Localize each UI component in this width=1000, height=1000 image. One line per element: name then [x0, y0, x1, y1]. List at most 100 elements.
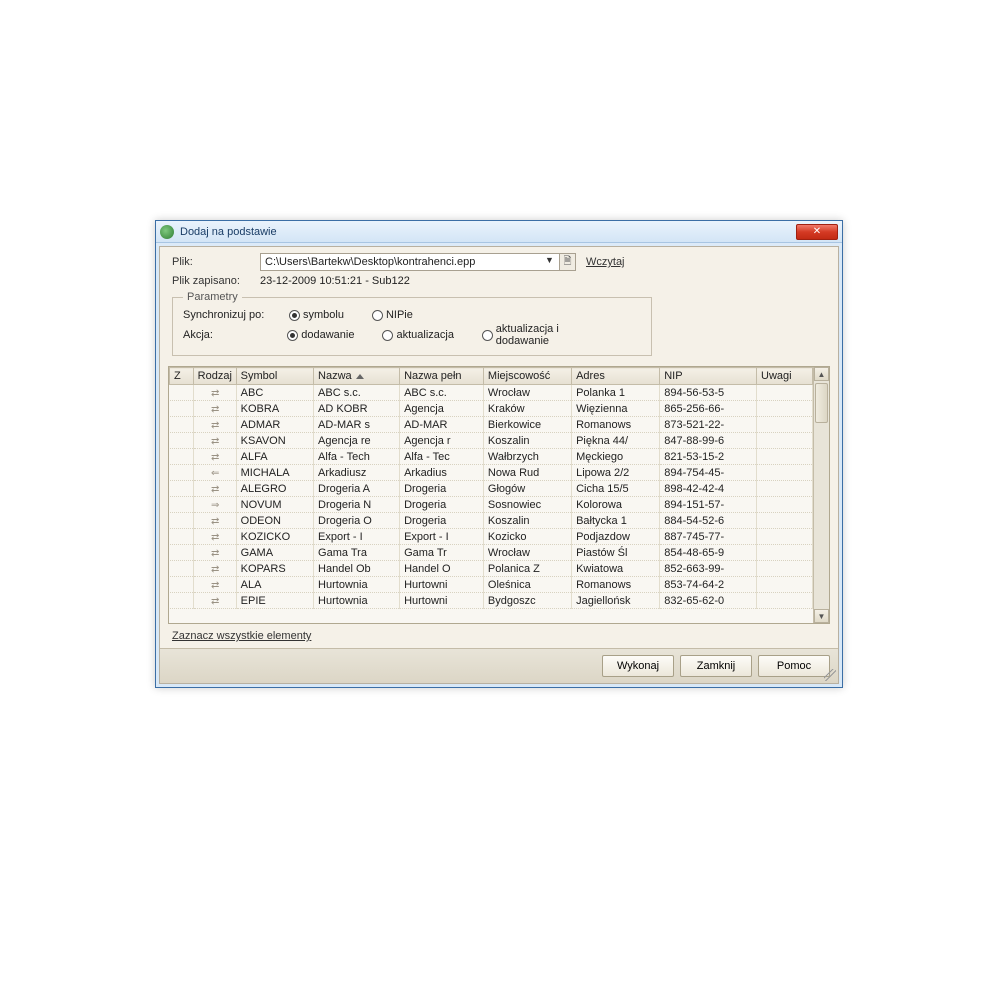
help-button[interactable]: Pomoc [758, 655, 830, 677]
cell-symbol: EPIE [236, 593, 313, 609]
sync-both-icon: ⇄ [211, 532, 218, 543]
cell-miejscowosc: Wałbrzych [483, 449, 571, 465]
table-row[interactable]: ⇄KSAVONAgencja reAgencja rKoszalinPiękna… [170, 433, 813, 449]
vertical-scrollbar[interactable]: ▲ ▼ [813, 367, 829, 623]
col-header-symbol[interactable]: Symbol [236, 368, 313, 385]
col-header-nazwa[interactable]: Nazwa [314, 368, 400, 385]
radio-action-aktualizacja-dodawanie[interactable]: aktualizacja i dodawanie [482, 323, 613, 347]
close-dialog-button[interactable]: Zamknij [680, 655, 752, 677]
cell-rodzaj: ⇒ [193, 497, 236, 513]
cell-adres: Podjazdow [572, 529, 660, 545]
close-button[interactable]: ✕ [796, 224, 838, 240]
cell-miejscowosc: Koszalin [483, 433, 571, 449]
col-header-adres[interactable]: Adres [572, 368, 660, 385]
cell-nazwa-pelna: Gama Tr [400, 545, 484, 561]
table-row[interactable]: ⇄ALFAAlfa - TechAlfa - TecWałbrzychMęcki… [170, 449, 813, 465]
cell-uwagi [757, 529, 813, 545]
cell-rodzaj: ⇄ [193, 481, 236, 497]
cell-uwagi [757, 385, 813, 401]
cell-miejscowosc: Sosnowiec [483, 497, 571, 513]
cell-nip: 854-48-65-9 [660, 545, 757, 561]
cell-adres: Bałtycka 1 [572, 513, 660, 529]
col-header-uwagi[interactable]: Uwagi [757, 368, 813, 385]
sync-both-icon: ⇄ [211, 388, 218, 399]
col-header-nazwa-pelna[interactable]: Nazwa pełn [400, 368, 484, 385]
file-icon: 🗎 [563, 254, 571, 271]
cell-adres: Romanows [572, 577, 660, 593]
sync-both-icon: ⇄ [211, 564, 218, 575]
load-link[interactable]: Wczytaj [586, 256, 625, 268]
radio-sync-nip[interactable]: NIPie [372, 309, 413, 321]
cell-z [170, 417, 194, 433]
dropdown-icon[interactable]: ▼ [545, 255, 557, 265]
cell-miejscowosc: Wrocław [483, 385, 571, 401]
cell-uwagi [757, 417, 813, 433]
radio-label: symbolu [303, 309, 344, 321]
radio-action-aktualizacja[interactable]: aktualizacja [382, 329, 453, 341]
cell-uwagi [757, 577, 813, 593]
sync-both-icon: ⇄ [211, 596, 218, 607]
cell-adres: Cicha 15/5 [572, 481, 660, 497]
window-title: Dodaj na podstawie [180, 226, 796, 238]
cell-rodzaj: ⇄ [193, 449, 236, 465]
col-header-rodzaj[interactable]: Rodzaj [193, 368, 236, 385]
cell-rodzaj: ⇄ [193, 417, 236, 433]
table-row[interactable]: ⇄KOBRAAD KOBRAgencjaKrakówWięzienna865-2… [170, 401, 813, 417]
table-row[interactable]: ⇄ALEGRODrogeria ADrogeriaGłogówCicha 15/… [170, 481, 813, 497]
cell-nazwa-pelna: Hurtowni [400, 593, 484, 609]
table-row[interactable]: ⇄GAMAGama TraGama TrWrocławPiastów Śl854… [170, 545, 813, 561]
cell-nip: 894-754-45- [660, 465, 757, 481]
cell-nip: 894-151-57- [660, 497, 757, 513]
cell-uwagi [757, 545, 813, 561]
radio-action-dodawanie[interactable]: dodawanie [287, 329, 354, 341]
table-row[interactable]: ⇄ABCABC s.c.ABC s.c.WrocławPolanka 1894-… [170, 385, 813, 401]
cell-z [170, 577, 194, 593]
params-group: Parametry Synchronizuj po: symbolu NIPie… [172, 291, 652, 356]
action-label: Akcja: [183, 329, 287, 341]
file-path-input[interactable]: C:\Users\Bartekw\Desktop\kontrahenci.epp… [260, 253, 560, 271]
table-row[interactable]: ⇄KOPARSHandel ObHandel OPolanica ZKwiato… [170, 561, 813, 577]
table-row[interactable]: ⇄ALAHurtowniaHurtowniOleśnicaRomanows853… [170, 577, 813, 593]
cell-z [170, 433, 194, 449]
cell-miejscowosc: Koszalin [483, 513, 571, 529]
cell-nazwa: Drogeria O [314, 513, 400, 529]
cell-nazwa: Export - I [314, 529, 400, 545]
table-row[interactable]: ⇄ADMARAD-MAR sAD-MARBierkowiceRomanows87… [170, 417, 813, 433]
scroll-down-button[interactable]: ▼ [814, 609, 829, 623]
cell-nazwa-pelna: Hurtowni [400, 577, 484, 593]
table-row[interactable]: ⇒NOVUMDrogeria NDrogeriaSosnowiecKolorow… [170, 497, 813, 513]
cell-miejscowosc: Oleśnica [483, 577, 571, 593]
client-area: Plik: C:\Users\Bartekw\Desktop\kontrahen… [159, 246, 839, 684]
table-row[interactable]: ⇄KOZICKOExport - IExport - IKozickoPodja… [170, 529, 813, 545]
table-row[interactable]: ⇐MICHALAArkadiuszArkadiusNowa RudLipowa … [170, 465, 813, 481]
execute-button[interactable]: Wykonaj [602, 655, 674, 677]
dialog-window: Dodaj na podstawie ✕ Plik: C:\Users\Bart… [155, 220, 843, 688]
cell-z [170, 561, 194, 577]
col-header-z[interactable]: Z [170, 368, 194, 385]
cell-nazwa: AD-MAR s [314, 417, 400, 433]
col-header-nip[interactable]: NIP [660, 368, 757, 385]
cell-symbol: ABC [236, 385, 313, 401]
titlebar[interactable]: Dodaj na podstawie ✕ [156, 221, 842, 243]
cell-rodzaj: ⇄ [193, 513, 236, 529]
cell-nip: 887-745-77- [660, 529, 757, 545]
table-row[interactable]: ⇄EPIEHurtowniaHurtowniBydgoszcJagiellońs… [170, 593, 813, 609]
cell-nip: 853-74-64-2 [660, 577, 757, 593]
scroll-thumb[interactable] [815, 383, 828, 423]
resize-grip[interactable] [824, 669, 836, 681]
cell-nazwa: Drogeria N [314, 497, 400, 513]
select-all-link[interactable]: Zaznacz wszystkie elementy [172, 630, 311, 642]
browse-button[interactable]: 🗎 [560, 253, 576, 271]
table-row[interactable]: ⇄ODEONDrogeria ODrogeriaKoszalinBałtycka… [170, 513, 813, 529]
scroll-up-button[interactable]: ▲ [814, 367, 829, 381]
cell-z [170, 401, 194, 417]
cell-z [170, 449, 194, 465]
radio-sync-symbolu[interactable]: symbolu [289, 309, 344, 321]
col-header-miejscowosc[interactable]: Miejscowość [483, 368, 571, 385]
cell-symbol: MICHALA [236, 465, 313, 481]
cell-adres: Polanka 1 [572, 385, 660, 401]
cell-miejscowosc: Bydgoszc [483, 593, 571, 609]
cell-z [170, 513, 194, 529]
cell-symbol: ALA [236, 577, 313, 593]
cell-nip: 894-56-53-5 [660, 385, 757, 401]
